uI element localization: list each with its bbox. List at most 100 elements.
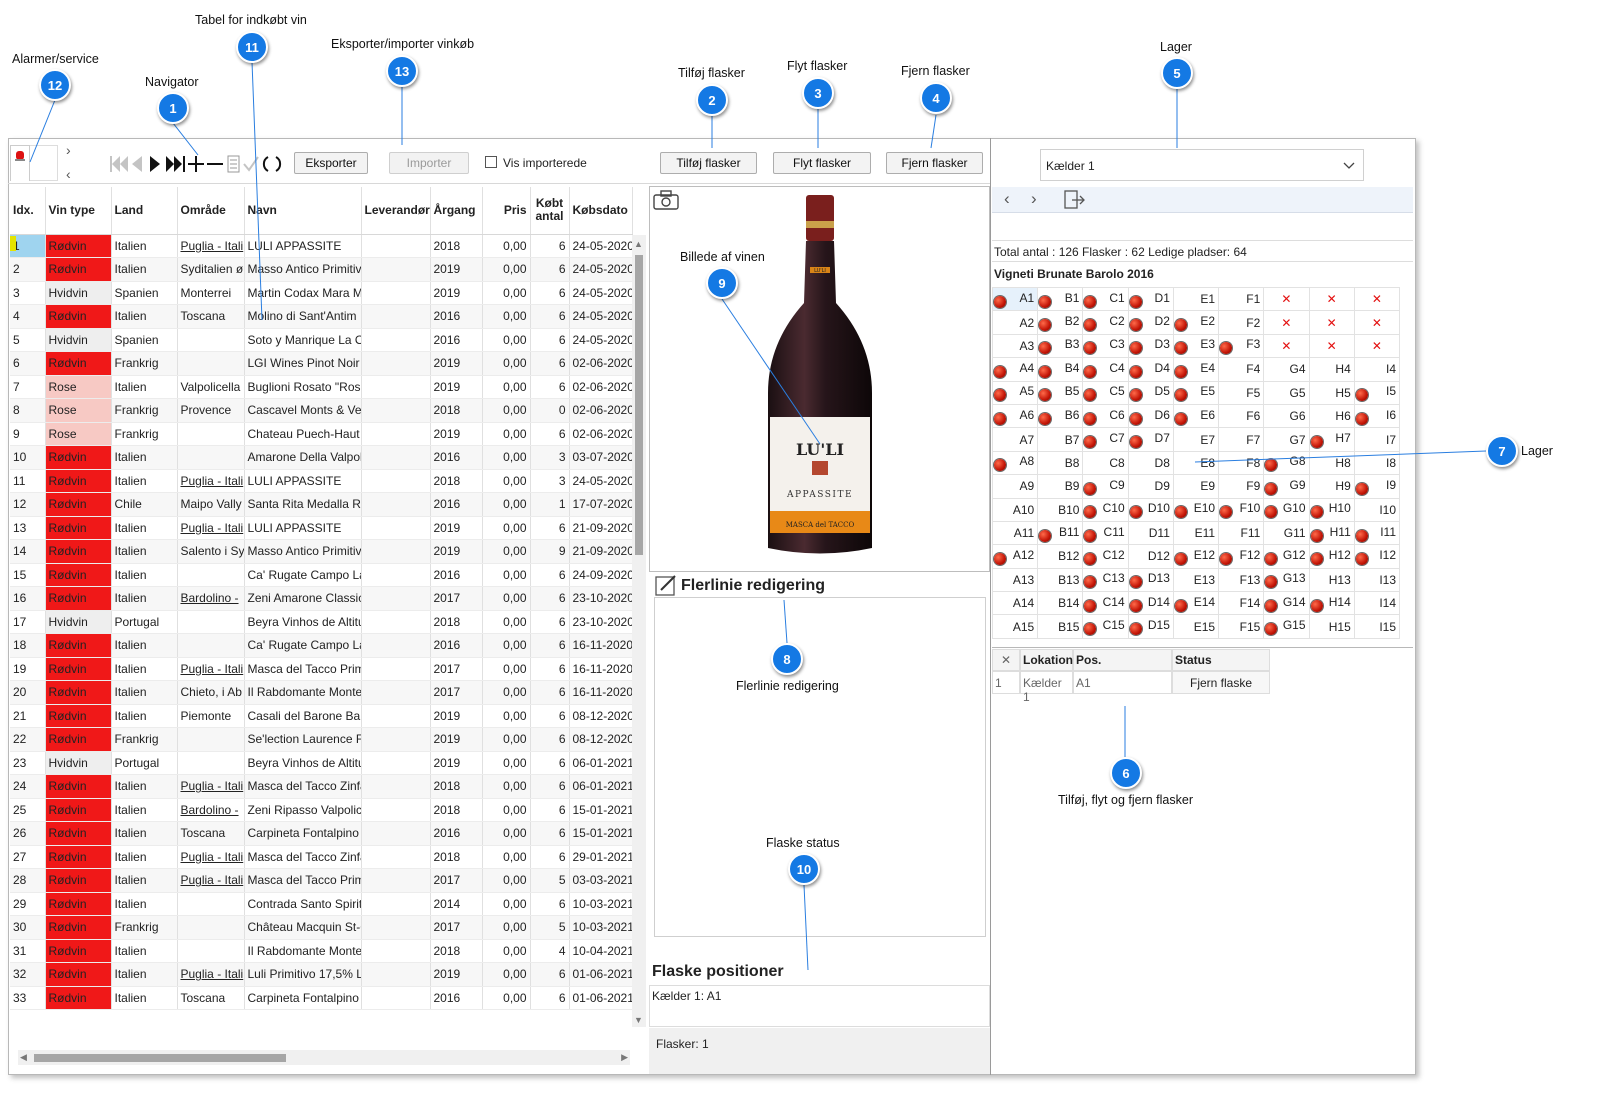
storage-slot-empty[interactable]: H5 — [1308, 380, 1355, 405]
storage-slot-occupied[interactable]: H10 — [1308, 497, 1355, 522]
storage-slot-occupied[interactable]: I5 — [1353, 380, 1401, 405]
table-row[interactable]: 30 Rødvin Frankrig Château Macquin St-C 2017… — [10, 915, 633, 940]
storage-slot-occupied[interactable]: C2 — [1082, 310, 1129, 335]
storage-slot-empty[interactable]: E11 — [1172, 520, 1220, 546]
storage-slot-occupied[interactable]: A5 — [991, 380, 1039, 405]
storage-slot-occupied[interactable]: C12 — [1082, 544, 1129, 569]
storage-slot-empty[interactable]: F14 — [1218, 591, 1265, 616]
storage-slot-empty[interactable]: F2 — [1218, 310, 1265, 335]
table-row[interactable]: 4 Rødvin Italien Toscana Molino di Sant'Anti… — [10, 304, 633, 329]
storage-slot-empty[interactable]: F5 — [1218, 380, 1265, 405]
table-row[interactable]: 18 Rødvin Italien Ca' Rugate Campo La 2016 0,… — [10, 633, 633, 658]
table-row[interactable]: 7 Rose Italien Valpolicella Buglioni Rosato … — [10, 375, 633, 399]
storage-slot-occupied[interactable]: B2 — [1037, 310, 1084, 335]
scroll-down-icon[interactable]: ▼ — [634, 1015, 643, 1025]
storage-slot-empty[interactable]: E1 — [1172, 286, 1220, 312]
storage-slot-occupied[interactable]: B11 — [1037, 520, 1084, 546]
table-row[interactable]: 12 Rødvin Chile Maipo Vally Santa Rita Medal… — [10, 492, 633, 517]
storage-slot-occupied[interactable]: D13 — [1127, 567, 1174, 593]
storage-slot-occupied[interactable]: G15 — [1263, 614, 1310, 639]
storage-slot-empty[interactable]: I4 — [1353, 357, 1401, 382]
storage-slot-occupied[interactable]: G13 — [1263, 567, 1310, 593]
column-header[interactable]: Købt antal — [530, 187, 570, 235]
table-row[interactable]: 23 Hvidvin Portugal Beyra Vinhos de Altitu 2… — [10, 751, 633, 775]
storage-slot-empty[interactable]: H6 — [1308, 403, 1355, 429]
pencil-icon[interactable] — [655, 574, 677, 596]
storage-slot-empty[interactable]: A3 — [991, 333, 1039, 359]
storage-slot-occupied[interactable]: E10 — [1172, 497, 1220, 522]
column-header[interactable]: Land — [111, 187, 178, 235]
table-row[interactable]: 24 Rødvin Italien Puglia - Itali Masca del T… — [10, 774, 633, 799]
column-header[interactable]: Vin type — [45, 187, 112, 235]
storage-slot-empty[interactable]: G7 — [1263, 427, 1310, 452]
storage-slot-empty[interactable]: D12 — [1127, 544, 1174, 569]
table-row[interactable]: 15 Rødvin Italien Ca' Rugate Campo La 2016 0,… — [10, 563, 633, 587]
storage-select[interactable]: Kælder 1 — [1040, 149, 1364, 181]
multiline-editor[interactable] — [654, 597, 986, 937]
table-row[interactable]: 2 Rødvin Italien Syditalien ø Masso Antico P… — [10, 257, 633, 282]
storage-slot-occupied[interactable]: C14 — [1082, 591, 1129, 616]
storage-slot-empty[interactable]: B15 — [1037, 614, 1084, 639]
storage-slot-empty[interactable]: D8 — [1127, 450, 1174, 476]
add-bottles-button[interactable]: Tilføj flasker — [660, 152, 757, 174]
storage-slot-occupied[interactable]: C4 — [1082, 357, 1129, 382]
exit-icon[interactable] — [1064, 190, 1086, 210]
status-row-action[interactable]: Fjern flaske — [1172, 671, 1270, 694]
last-icon[interactable] — [166, 156, 185, 172]
storage-slot-occupied[interactable]: D14 — [1127, 591, 1174, 616]
unavailable-slot-icon[interactable]: ✕ — [1353, 310, 1401, 335]
table-row[interactable]: 10 Rødvin Italien Amarone Della Valpol 2016 0… — [10, 445, 633, 470]
storage-slot-occupied[interactable]: C7 — [1082, 427, 1129, 452]
storage-slot-occupied[interactable]: A1 — [991, 286, 1039, 312]
storage-slot-occupied[interactable]: D1 — [1127, 286, 1174, 312]
table-row[interactable]: 33 Rødvin Italien Toscana Carpineta Fontalpi… — [10, 986, 633, 1010]
storage-slot-occupied[interactable]: I12 — [1353, 544, 1401, 569]
storage-slot-occupied[interactable]: A6 — [991, 403, 1039, 429]
storage-slot-occupied[interactable]: D10 — [1127, 497, 1174, 522]
storage-slot-empty[interactable]: B9 — [1037, 474, 1084, 499]
storage-slot-empty[interactable]: G11 — [1263, 520, 1310, 546]
table-row[interactable]: 22 Rødvin Frankrig Se'lection Laurence Fe 20… — [10, 727, 633, 752]
show-imported-checkbox[interactable] — [485, 156, 497, 168]
edit-icon[interactable] — [227, 155, 240, 173]
storage-slot-empty[interactable]: F1 — [1218, 286, 1265, 312]
storage-slot-occupied[interactable]: E3 — [1172, 333, 1220, 359]
table-row[interactable]: 1 Rødvin Italien Puglia - Itali LULI APPASSI… — [10, 234, 633, 258]
storage-slot-occupied[interactable]: D2 — [1127, 310, 1174, 335]
column-header[interactable]: Pris — [482, 187, 531, 235]
storage-slot-occupied[interactable]: B3 — [1037, 333, 1084, 359]
storage-slot-occupied[interactable]: C3 — [1082, 333, 1129, 359]
unavailable-slot-icon[interactable]: ✕ — [1353, 286, 1401, 312]
storage-slot-empty[interactable]: I10 — [1353, 497, 1401, 522]
table-row[interactable]: 14 Rødvin Italien Salento i Sy Masso Antico … — [10, 539, 633, 564]
column-header[interactable]: Leverandør — [361, 187, 431, 235]
storage-slot-occupied[interactable]: H11 — [1308, 520, 1355, 546]
storage-slot-occupied[interactable]: E6 — [1172, 403, 1220, 429]
storage-slot-occupied[interactable]: D7 — [1127, 427, 1174, 452]
storage-slot-empty[interactable]: D11 — [1127, 520, 1174, 546]
column-header[interactable]: Købsdato — [569, 187, 633, 235]
import-button[interactable]: Importer — [389, 152, 469, 174]
storage-slot-occupied[interactable]: B1 — [1037, 286, 1084, 312]
storage-slot-empty[interactable]: A7 — [991, 427, 1039, 452]
storage-slot-empty[interactable]: H9 — [1308, 474, 1355, 499]
vertical-scrollbar[interactable]: ▲ ▼ — [632, 235, 646, 1027]
storage-slot-empty[interactable]: B13 — [1037, 567, 1084, 593]
storage-slot-occupied[interactable]: G10 — [1263, 497, 1310, 522]
scroll-up-icon[interactable]: ▲ — [634, 239, 643, 249]
storage-slot-occupied[interactable]: A4 — [991, 357, 1039, 382]
close-icon[interactable]: ✕ — [992, 649, 1020, 671]
unavailable-slot-icon[interactable]: ✕ — [1263, 286, 1310, 312]
storage-slot-empty[interactable]: F7 — [1218, 427, 1265, 452]
table-row[interactable]: 9 Rose Frankrig Chateau Puech-Haut 2019 0,00 6… — [10, 422, 633, 446]
storage-slot-empty[interactable]: F13 — [1218, 567, 1265, 593]
storage-slot-occupied[interactable]: C1 — [1082, 286, 1129, 312]
storage-slot-empty[interactable]: B14 — [1037, 591, 1084, 616]
unavailable-slot-icon[interactable]: ✕ — [1308, 310, 1355, 335]
storage-slot-empty[interactable]: A15 — [991, 614, 1039, 639]
storage-slot-occupied[interactable]: D6 — [1127, 403, 1174, 429]
table-row[interactable]: 13 Rødvin Italien Puglia - Itali LULI APPASS… — [10, 516, 633, 540]
storage-slot-occupied[interactable]: C6 — [1082, 403, 1129, 429]
storage-slot-empty[interactable]: F9 — [1218, 474, 1265, 499]
table-row[interactable]: 20 Rødvin Italien Chieto, i Ab Il Rabdomante… — [10, 680, 633, 705]
